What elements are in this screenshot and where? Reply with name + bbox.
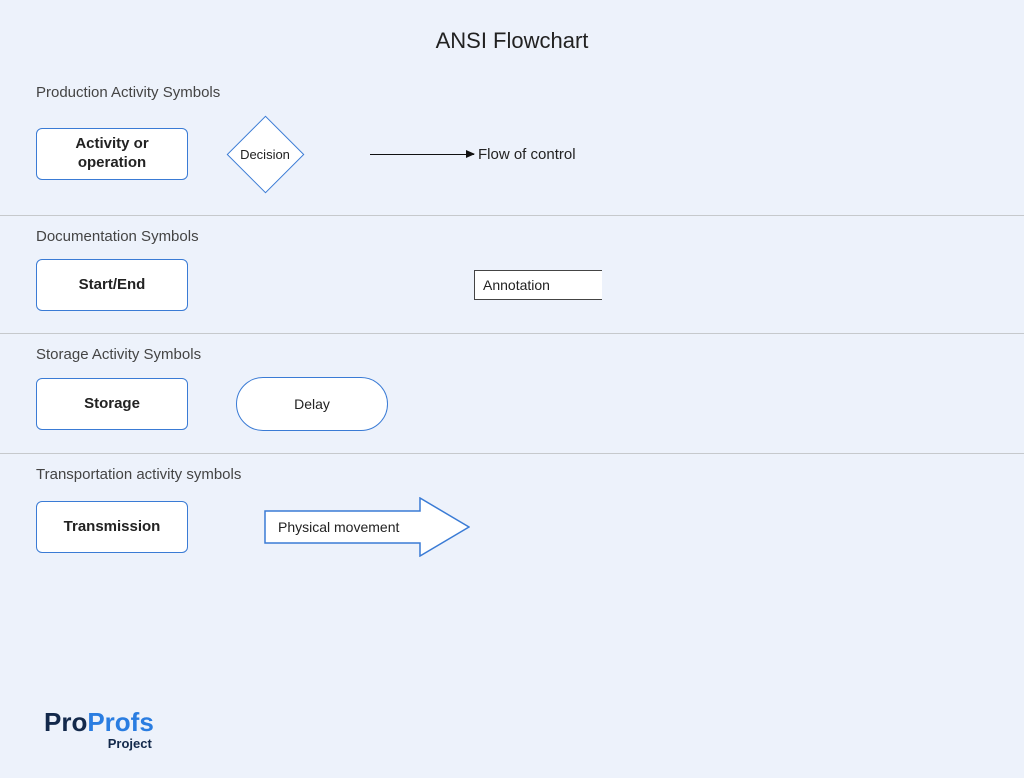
logo-sub: Project (44, 737, 154, 750)
flow-label: Flow of control (478, 146, 576, 163)
symbol-decision: Decision (226, 115, 304, 193)
logo-pro: Pro (44, 707, 87, 737)
section-transportation: Transportation activity symbols Transmis… (0, 454, 1024, 579)
symbol-transmission: Transmission (36, 501, 188, 553)
page-title: ANSI Flowchart (0, 0, 1024, 72)
row-documentation: Start/End Annotation (36, 259, 1024, 311)
row-transportation: Transmission Physical movement (36, 497, 1024, 557)
symbol-storage: Storage (36, 378, 188, 430)
symbol-flow-of-control: Flow of control (370, 154, 576, 155)
logo-proprofs: ProProfs Project (44, 709, 154, 750)
section-heading-production: Production Activity Symbols (36, 84, 1024, 101)
arrow-icon (370, 154, 474, 155)
row-storage: Storage Delay (36, 377, 1024, 431)
movement-label: Physical movement (278, 497, 399, 557)
symbol-delay: Delay (236, 377, 388, 431)
symbol-start-end: Start/End (36, 259, 188, 311)
symbol-physical-movement: Physical movement (264, 497, 470, 557)
section-heading-transportation: Transportation activity symbols (36, 466, 1024, 483)
section-heading-documentation: Documentation Symbols (36, 228, 1024, 245)
decision-label: Decision (240, 147, 290, 162)
row-production: Activity or operation Decision Flow of c… (36, 115, 1024, 193)
symbol-activity: Activity or operation (36, 128, 188, 180)
section-production: Production Activity Symbols Activity or … (0, 72, 1024, 216)
section-documentation: Documentation Symbols Start/End Annotati… (0, 216, 1024, 334)
section-storage: Storage Activity Symbols Storage Delay (0, 334, 1024, 454)
symbol-annotation: Annotation (474, 270, 602, 300)
logo-profs: Profs (87, 707, 153, 737)
section-heading-storage: Storage Activity Symbols (36, 346, 1024, 363)
